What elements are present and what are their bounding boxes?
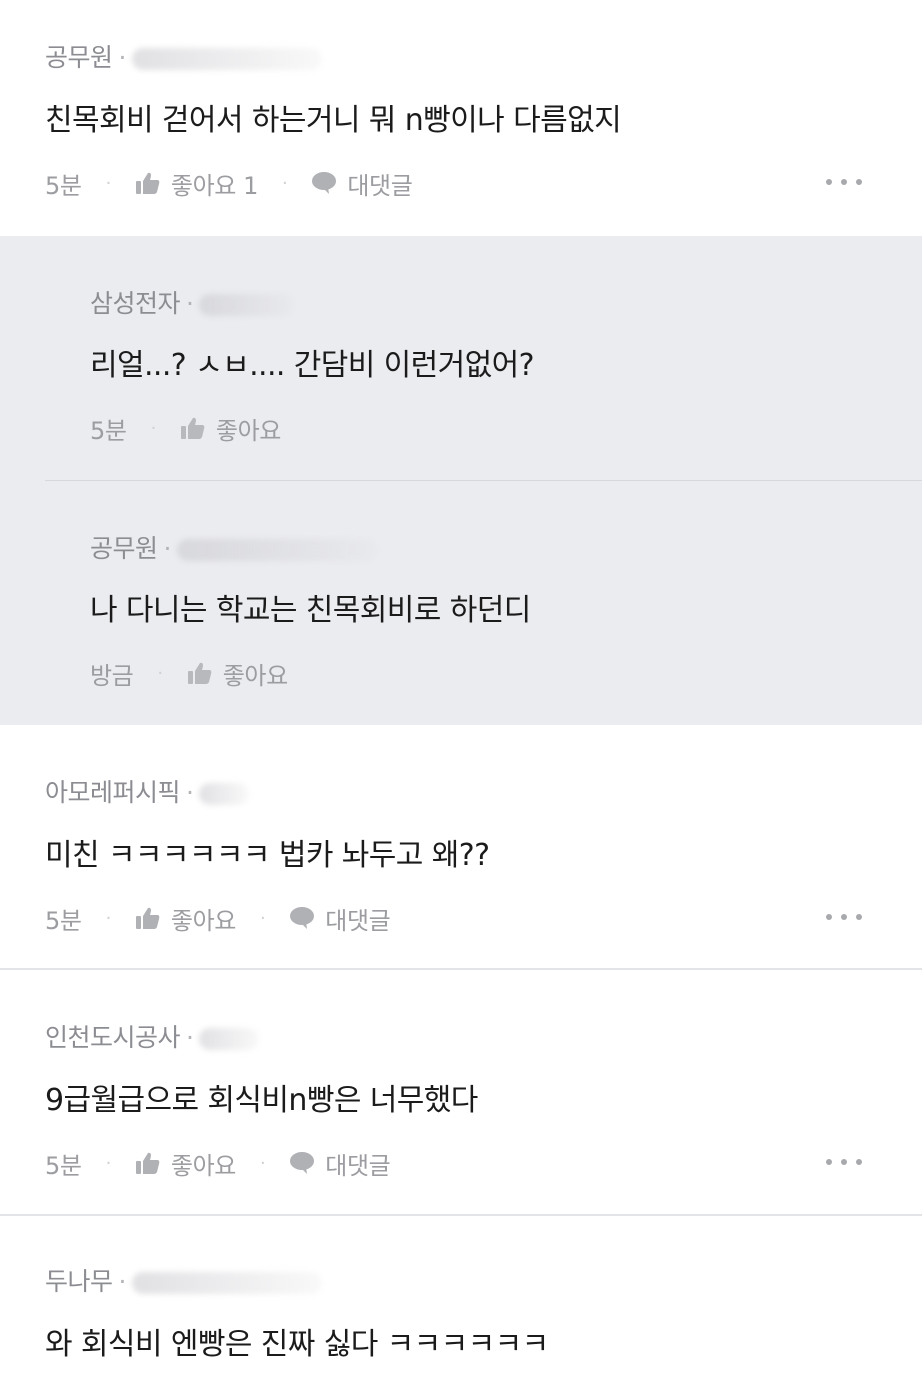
comment-meta: 공무원 · — [45, 38, 322, 74]
reply-actions: 5분 · 좋아요 — [90, 411, 281, 446]
author-nickname-blurred — [131, 1272, 322, 1294]
comment-meta: 아모레퍼시픽 · — [45, 773, 250, 809]
more-dots-icon[interactable] — [826, 914, 862, 924]
reply-label: 대댓글 — [325, 906, 391, 935]
reply-button[interactable]: 대댓글 — [289, 1146, 391, 1181]
like-button[interactable]: 좋아요 1 — [135, 166, 258, 201]
comment-thread: 공무원 · 친목회비 걷어서 하는거니 뭐 n빵이나 다름없지 5분 · 좋아요 … — [0, 0, 922, 1383]
timestamp: 5분 — [45, 1151, 82, 1180]
meta-separator: · — [186, 778, 194, 807]
comment: 아모레퍼시픽 · 미친 ㅋㅋㅋㅋㅋㅋ 법카 놔두고 왜?? 5분 · 좋아요 · … — [0, 725, 922, 969]
thumbs-up-icon — [180, 417, 205, 439]
meta-separator: · — [186, 1023, 194, 1052]
meta-separator: · — [118, 1267, 127, 1296]
reply-list: 삼성전자 · 리얼...? ㅅㅂ.... 간담비 이런거없어? 5분 · 좋아요 … — [0, 236, 922, 725]
reply-meta: 삼성전자 · — [90, 284, 295, 320]
author-nickname-blurred — [131, 48, 322, 70]
timestamp: 방금 — [90, 661, 134, 690]
reply-button[interactable]: 대댓글 — [311, 166, 413, 201]
reply-meta: 공무원 · — [90, 529, 377, 565]
action-separator: · — [259, 1152, 266, 1174]
reply: 삼성전자 · 리얼...? ㅅㅂ.... 간담비 이런거없어? 5분 · 좋아요 — [0, 236, 922, 480]
reply: 공무원 · 나 다니는 학교는 친목회비로 하던디 방금 · 좋아요 — [0, 481, 922, 725]
like-button[interactable]: 좋아요 — [135, 1146, 236, 1181]
author-nickname-blurred — [199, 294, 295, 316]
timestamp: 5분 — [45, 906, 82, 935]
author-nickname-blurred — [176, 539, 377, 561]
author-company[interactable]: 공무원 — [45, 43, 113, 72]
author-company[interactable]: 두나무 — [45, 1267, 113, 1296]
reply-actions: 방금 · 좋아요 — [90, 656, 288, 691]
timestamp: 5분 — [90, 416, 127, 445]
reply-text: 리얼...? ㅅㅂ.... 간담비 이런거없어? — [90, 348, 535, 383]
action-separator: · — [105, 1152, 112, 1174]
speech-bubble-icon — [290, 907, 315, 929]
author-company[interactable]: 인천도시공사 — [45, 1023, 181, 1052]
author-company[interactable]: 공무원 — [90, 534, 158, 563]
timestamp: 5분 — [45, 171, 82, 200]
comment-meta: 두나무 · — [45, 1262, 322, 1298]
like-button[interactable]: 좋아요 — [135, 901, 236, 936]
comment-text: 미친 ㅋㅋㅋㅋㅋㅋ 법카 놔두고 왜?? — [45, 838, 490, 873]
comment-text: 친목회비 걷어서 하는거니 뭐 n빵이나 다름없지 — [45, 103, 622, 138]
like-button[interactable]: 좋아요 — [180, 411, 281, 446]
comment-text: 와 회식비 엔빵은 진짜 싫다 ㅋㅋㅋㅋㅋㅋ — [45, 1327, 549, 1362]
reply-text: 나 다니는 학교는 친목회비로 하던디 — [90, 593, 531, 628]
meta-separator: · — [118, 43, 127, 72]
more-dots-icon[interactable] — [826, 179, 862, 189]
comment: 두나무 · 와 회식비 엔빵은 진짜 싫다 ㅋㅋㅋㅋㅋㅋ — [0, 1216, 922, 1383]
like-label: 좋아요 — [222, 661, 288, 690]
comment: 인천도시공사 · 9급월급으로 회식비n빵은 너무했다 5분 · 좋아요 · 대댓… — [0, 970, 922, 1214]
like-label: 좋아요 1 — [170, 171, 259, 200]
reply-label: 대댓글 — [347, 171, 413, 200]
author-nickname-blurred — [199, 783, 250, 805]
action-separator: · — [105, 907, 112, 929]
comment: 공무원 · 친목회비 걷어서 하는거니 뭐 n빵이나 다름없지 5분 · 좋아요 … — [0, 0, 922, 236]
like-label: 좋아요 — [215, 416, 281, 445]
more-dots-icon[interactable] — [826, 1159, 862, 1169]
action-separator: · — [157, 662, 163, 684]
comment-meta: 인천도시공사 · — [45, 1018, 260, 1054]
thumbs-up-icon — [135, 172, 160, 194]
comment-actions: 5분 · 좋아요 · 대댓글 — [45, 901, 391, 936]
reply-button[interactable]: 대댓글 — [289, 901, 391, 936]
meta-separator: · — [186, 289, 194, 318]
action-separator: · — [282, 172, 288, 194]
thumbs-up-icon — [135, 1152, 160, 1174]
like-label: 좋아요 — [170, 906, 236, 935]
like-button[interactable]: 좋아요 — [187, 656, 288, 691]
comment-text: 9급월급으로 회식비n빵은 너무했다 — [45, 1083, 478, 1118]
action-separator: · — [105, 172, 112, 194]
author-company[interactable]: 아모레퍼시픽 — [45, 778, 181, 807]
thumbs-up-icon — [135, 907, 160, 929]
comment-actions: 5분 · 좋아요 · 대댓글 — [45, 1146, 391, 1181]
speech-bubble-icon — [290, 1152, 315, 1174]
like-label: 좋아요 — [170, 1151, 236, 1180]
meta-separator: · — [163, 534, 172, 563]
author-nickname-blurred — [199, 1028, 260, 1050]
action-separator: · — [259, 907, 266, 929]
author-company[interactable]: 삼성전자 — [90, 289, 181, 318]
speech-bubble-icon — [312, 172, 337, 194]
thumbs-up-icon — [187, 662, 212, 684]
comment-actions: 5분 · 좋아요 1 · 대댓글 — [45, 166, 413, 201]
action-separator: · — [150, 417, 157, 439]
reply-label: 대댓글 — [325, 1151, 391, 1180]
